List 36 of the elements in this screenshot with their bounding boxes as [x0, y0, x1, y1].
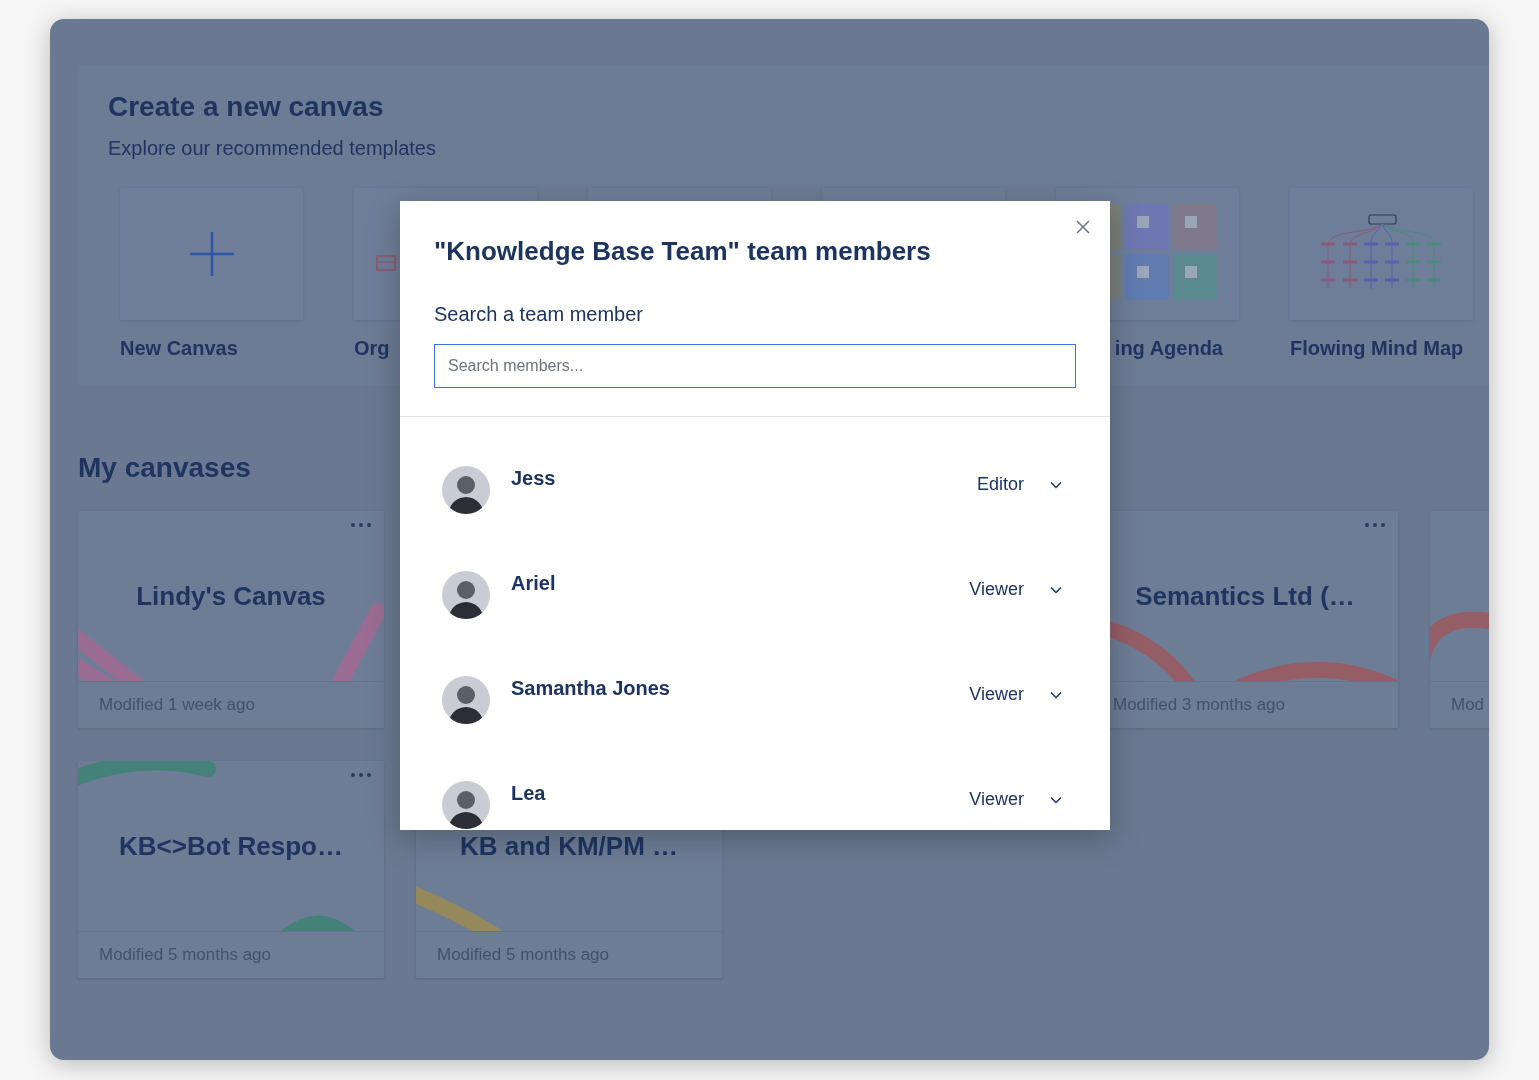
more-icon[interactable] [350, 772, 372, 778]
section-title: My canvases [78, 451, 251, 485]
role-dropdown[interactable]: Editor [976, 474, 1062, 495]
search-label: Search a team member [434, 302, 644, 326]
member-name: Lea [511, 782, 547, 805]
template-label: Org [354, 337, 390, 359]
avatar-icon [442, 676, 490, 724]
canvas-title: Semantics Ltd (… [1135, 580, 1355, 612]
search-field[interactable]: Search members... [434, 344, 1076, 388]
member-name: Jess [511, 467, 557, 490]
avatar-icon [442, 781, 490, 829]
canvas-title: Lindy's Canvas [136, 580, 326, 612]
chevron-icon [1050, 690, 1062, 699]
role-dropdown[interactable]: Viewer [969, 684, 1062, 705]
section-subtitle: Explore our recommended templates [108, 136, 437, 160]
member-name: Samantha Jones [511, 677, 671, 700]
template-label: New Canvas [120, 337, 238, 359]
chevron-icon [1050, 795, 1062, 804]
close-icon[interactable] [1076, 220, 1090, 234]
chevron-icon [1050, 585, 1062, 594]
canvas-title: KB and KM/PM … [459, 830, 679, 862]
template-label: Flowing Mind Map [1290, 337, 1464, 359]
more-icon[interactable] [1364, 522, 1386, 528]
avatar-icon [442, 466, 490, 514]
avatar-icon [442, 571, 490, 619]
role-dropdown[interactable]: Viewer [969, 579, 1062, 600]
dialog-title: "Knowledge Base Team" team members [434, 236, 932, 266]
canvas-title: KB<>Bot Respo… [119, 830, 343, 862]
template-label: ing Agenda [1114, 337, 1223, 359]
more-icon[interactable] [350, 522, 372, 528]
plus-icon [189, 232, 234, 276]
role-dropdown[interactable]: Viewer [969, 789, 1062, 810]
section-title: Create a new canvas [108, 90, 385, 124]
block-drawing [376, 255, 396, 271]
chevron-icon [1050, 480, 1062, 489]
member-name: Ariel [511, 572, 557, 595]
